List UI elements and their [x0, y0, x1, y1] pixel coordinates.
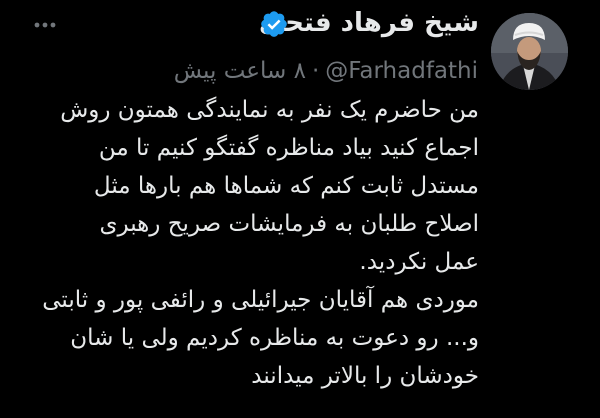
tweet-text-line: اصلاح طلبان به فرمایشات صریح رهبری	[99, 211, 479, 237]
tweet-text-line: من حاضرم یک نفر به نمایندگی همتون روش	[60, 97, 479, 123]
profile-avatar[interactable]	[491, 13, 568, 90]
timestamp[interactable]: ۸ ساعت پیش	[174, 53, 306, 89]
avatar-image	[491, 13, 568, 90]
tweet-card: شیخ فرهاد فتحی ۸ ساعت پیش · @Farhadfathi م…	[0, 0, 600, 418]
more-options-icon[interactable]	[30, 10, 60, 40]
tweet-text-line: موردی هم آقایان جیرائیلی و رائفی پور و ث…	[42, 287, 479, 313]
author-handle[interactable]: @Farhadfathi	[325, 53, 478, 89]
tweet-text: من حاضرم یک نفر به نمایندگی همتون روش اج…	[24, 91, 479, 395]
tweet-text-line: خودشان را بالاتر میدانند	[251, 363, 479, 389]
meta-separator: ·	[311, 58, 320, 84]
tweet-text-line: و... رو دعوت به مناظره کردیم ولی یا شان	[70, 325, 479, 351]
tweet-text-line: اجماع کنید بیاد مناظره گفتگو کنیم تا من	[98, 135, 479, 161]
tweet-text-line: مستدل ثابت کنم که شماها هم بارها مثل	[93, 173, 479, 199]
verified-badge-icon	[259, 9, 289, 39]
author-name[interactable]: شیخ فرهاد فتحی	[259, 5, 479, 41]
tweet-text-line: عمل نکردید.	[359, 249, 479, 275]
tweet-meta: ۸ ساعت پیش · @Farhadfathi	[28, 53, 478, 89]
